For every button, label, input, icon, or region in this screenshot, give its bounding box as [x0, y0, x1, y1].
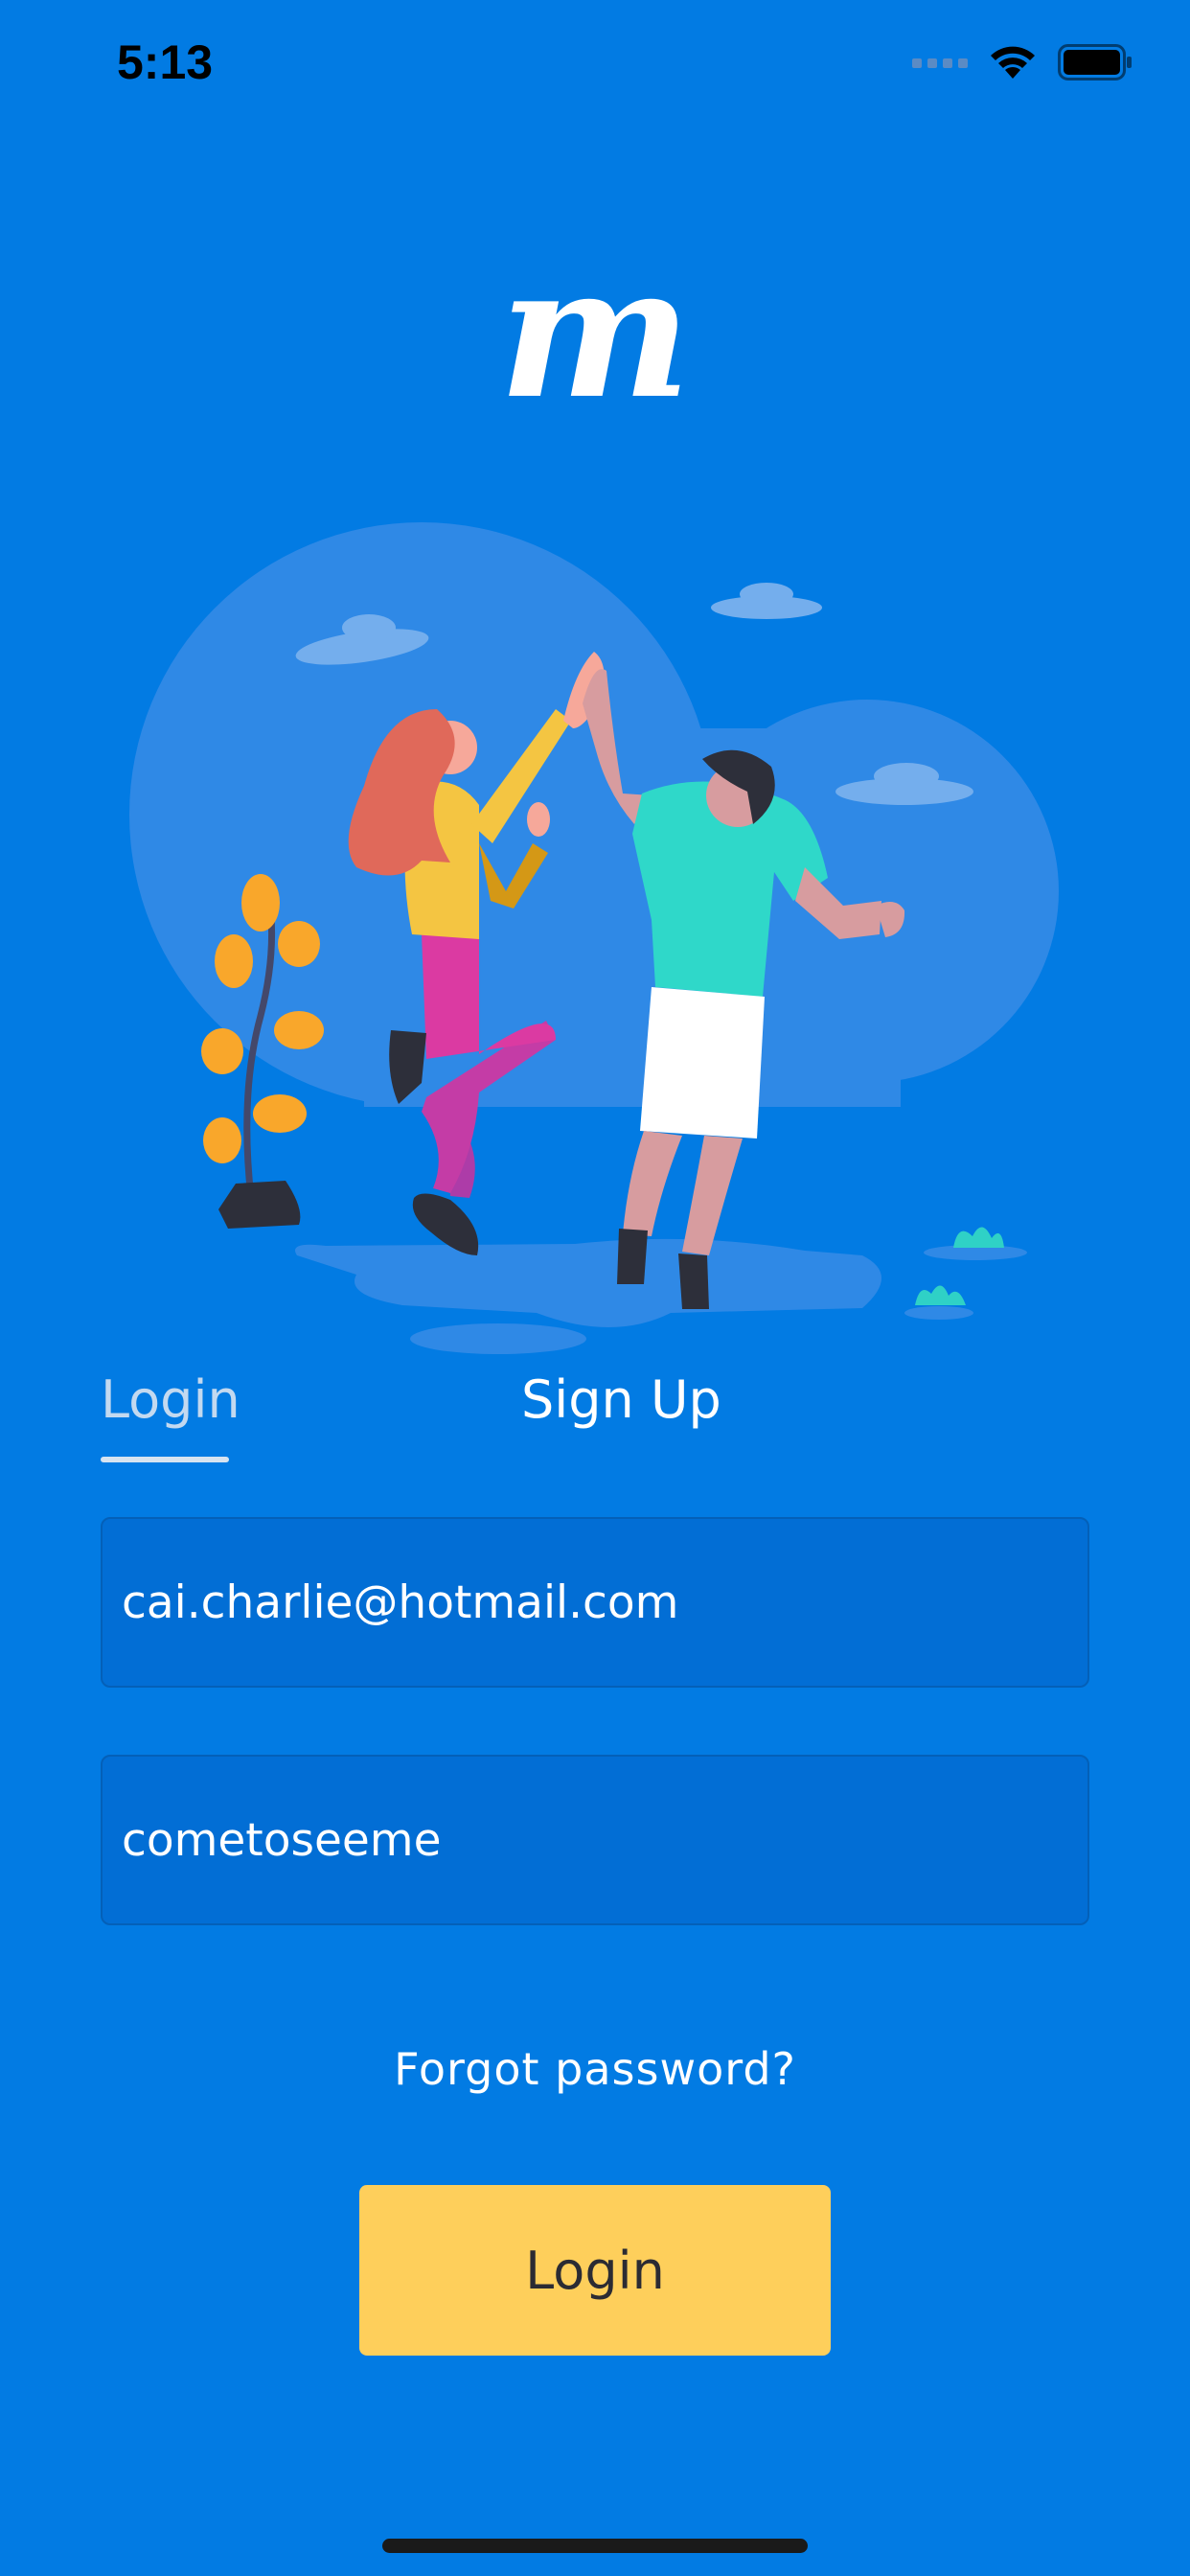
status-icons — [912, 44, 1133, 80]
login-screen: 5:13 m Login Sign Up cai.charlie@hotmail… — [0, 0, 1190, 2576]
high-five-illustration — [129, 522, 1059, 1354]
signal-icon — [912, 58, 968, 68]
wifi-icon — [991, 46, 1035, 79]
forgot-password-link[interactable]: Forgot password? — [0, 2043, 1190, 2095]
tab-signup[interactable]: Sign Up — [521, 1367, 721, 1434]
login-button[interactable]: Login — [359, 2185, 831, 2356]
tab-login[interactable]: Login — [101, 1367, 240, 1434]
app-logo: m — [498, 225, 692, 439]
grass-tufts — [915, 1227, 1004, 1305]
battery-icon — [1058, 44, 1132, 80]
background-cloud-shape — [129, 522, 1059, 1107]
active-tab-indicator — [101, 1457, 229, 1462]
status-time: 5:13 — [117, 35, 214, 89]
password-field[interactable] — [101, 1755, 1089, 1925]
email-field[interactable] — [101, 1517, 1089, 1688]
home-indicator — [382, 2539, 808, 2553]
ground-puddle — [295, 1238, 1027, 1354]
